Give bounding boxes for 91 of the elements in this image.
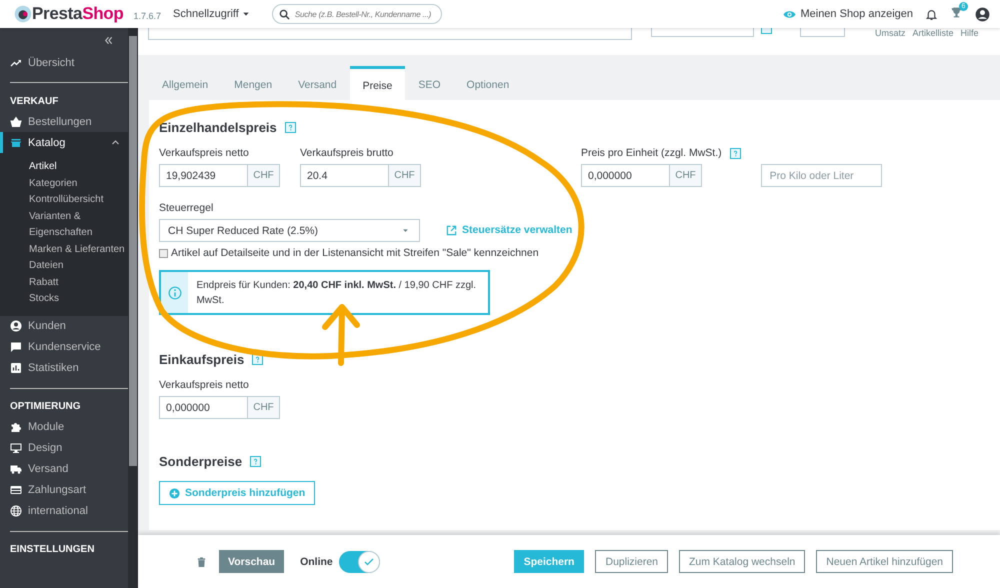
submenu-item[interactable]: Kontrollübersicht: [29, 192, 128, 208]
info-text: Endpreis für Kunden: 20,40 CHF inkl. MwSt. / 19,90 CHF zzgl. MwSt.: [195, 279, 478, 308]
account-icon[interactable]: [975, 6, 990, 22]
currency-addon: CHF: [670, 164, 702, 187]
question-icon: [732, 150, 739, 156]
submenu-item[interactable]: Dateien: [29, 258, 128, 274]
question-icon: [254, 356, 262, 363]
chat-icon: [10, 341, 22, 353]
toggle-label: Online: [300, 556, 333, 568]
submenu-item[interactable]: Kategorien: [29, 176, 128, 192]
field-label: Verkaufspreis netto: [159, 379, 249, 391]
tab[interactable]: Mengen: [221, 66, 286, 100]
sidebar-item[interactable]: Statistiken: [0, 358, 128, 378]
field-label: Verkaufspreis netto: [159, 147, 249, 159]
sidebar-item[interactable]: Versand: [0, 458, 128, 480]
tab[interactable]: Allgemein: [149, 66, 222, 100]
monitor-icon: [10, 442, 22, 454]
field-label: Steuerregel: [159, 202, 214, 214]
submenu-item[interactable]: Marken & Lieferanten: [29, 242, 128, 258]
field-label: Preis pro Einheit (zzgl. MwSt.): [581, 147, 722, 159]
action-button[interactable]: Zum Katalog wechseln: [679, 550, 806, 573]
scrollbar-thumb[interactable]: [129, 36, 137, 466]
submenu-item[interactable]: Artikel: [29, 159, 128, 176]
sidebar-item[interactable]: international: [0, 500, 128, 522]
version-label: 1.7.6.7: [133, 11, 162, 21]
caret-icon: [402, 227, 409, 234]
trash-icon[interactable]: [196, 556, 207, 568]
field-label: Verkaufspreis brutto: [300, 147, 394, 159]
plus-circle-icon: [169, 488, 180, 498]
currency-addon: CHF: [389, 164, 421, 187]
sidebar-item[interactable]: Bestellungen: [0, 111, 128, 132]
section-heading: VERKAUF: [9, 94, 60, 108]
currency-addon: CHF: [248, 396, 280, 419]
user-icon: [10, 320, 22, 332]
submenu-item[interactable]: Rabatt: [29, 274, 128, 291]
preview-button[interactable]: Vorschau: [219, 550, 284, 573]
logo-icon: [14, 5, 32, 23]
section-heading: OPTIMIERUNG: [9, 400, 82, 414]
checkbox[interactable]: [159, 248, 168, 258]
truck-icon: [10, 463, 22, 475]
online-toggle[interactable]: [338, 550, 380, 572]
view-shop-link[interactable]: Meinen Shop anzeigen: [783, 8, 913, 20]
header-link[interactable]: Hilfe: [960, 28, 979, 38]
unit-field[interactable]: Pro Kilo oder Liter: [760, 164, 882, 187]
section-title: Sonderpreise: [159, 454, 242, 469]
sidebar-item[interactable]: Kunden: [0, 316, 128, 336]
section-title: Einkaufspreis: [159, 352, 244, 367]
section-title: Einzelhandelspreis: [159, 120, 277, 135]
brand-logo: PrestaShop: [32, 4, 124, 24]
sidebar-item[interactable]: Zahlungsart: [0, 480, 128, 500]
price-field[interactable]: 20.4: [300, 164, 389, 187]
store-icon: [10, 136, 22, 148]
tab[interactable]: Preise: [350, 66, 406, 100]
submenu-item[interactable]: Stocks: [29, 291, 128, 308]
header-link[interactable]: Artikelliste: [912, 28, 954, 38]
external-link-icon: [446, 224, 457, 236]
tab[interactable]: Versand: [285, 66, 350, 100]
search-icon: [278, 9, 290, 20]
caret-icon: [242, 10, 250, 18]
submenu-item[interactable]: Varianten & Eigenschaften: [29, 208, 128, 242]
trophy-icon[interactable]: [950, 6, 963, 19]
puzzle-icon: [10, 421, 22, 433]
action-button[interactable]: Neuen Artikel hinzufügen: [816, 550, 953, 573]
sidebar-item[interactable]: Kundenservice: [0, 336, 128, 358]
tab[interactable]: SEO: [405, 66, 454, 100]
currency-addon: CHF: [248, 164, 280, 187]
header-link[interactable]: Umsatz: [875, 28, 906, 38]
sidebar-item[interactable]: Design: [0, 438, 128, 458]
basket-icon: [10, 116, 22, 128]
globe-icon: [10, 505, 22, 517]
card-icon: [10, 484, 22, 496]
sidebar-item[interactable]: Module: [0, 416, 128, 438]
action-button[interactable]: Duplizieren: [595, 550, 668, 573]
bar-chart-icon: [10, 362, 22, 374]
price-field[interactable]: 0,000000: [159, 396, 248, 419]
check-icon: [362, 556, 375, 568]
collapse-icon[interactable]: [103, 34, 114, 46]
question-icon: [252, 458, 260, 465]
search-field[interactable]: Suche (z.B. Bestell-Nr., Kundenname ...): [272, 4, 442, 24]
sidebar-item[interactable]: Katalog: [0, 132, 128, 153]
sidebar-item[interactable]: Übersicht: [0, 52, 128, 73]
tax-rule-dropdown[interactable]: CH Super Reduced Rate (2.5%): [159, 219, 420, 242]
price-field[interactable]: 19,902439: [159, 164, 248, 187]
info-icon: [168, 286, 182, 300]
bell-icon[interactable]: [925, 8, 938, 20]
tab[interactable]: Optionen: [454, 66, 522, 100]
quick-access-menu[interactable]: Schnellzugriff: [173, 8, 250, 20]
question-icon: [286, 124, 294, 131]
checkbox-label: Artikel auf Detailseite und in der Listenansicht mit Streifen "Sale" kennzeichnen: [171, 247, 539, 259]
section-heading: EINSTELLUNGEN: [9, 543, 96, 557]
price-field[interactable]: 0,000000: [581, 164, 670, 187]
